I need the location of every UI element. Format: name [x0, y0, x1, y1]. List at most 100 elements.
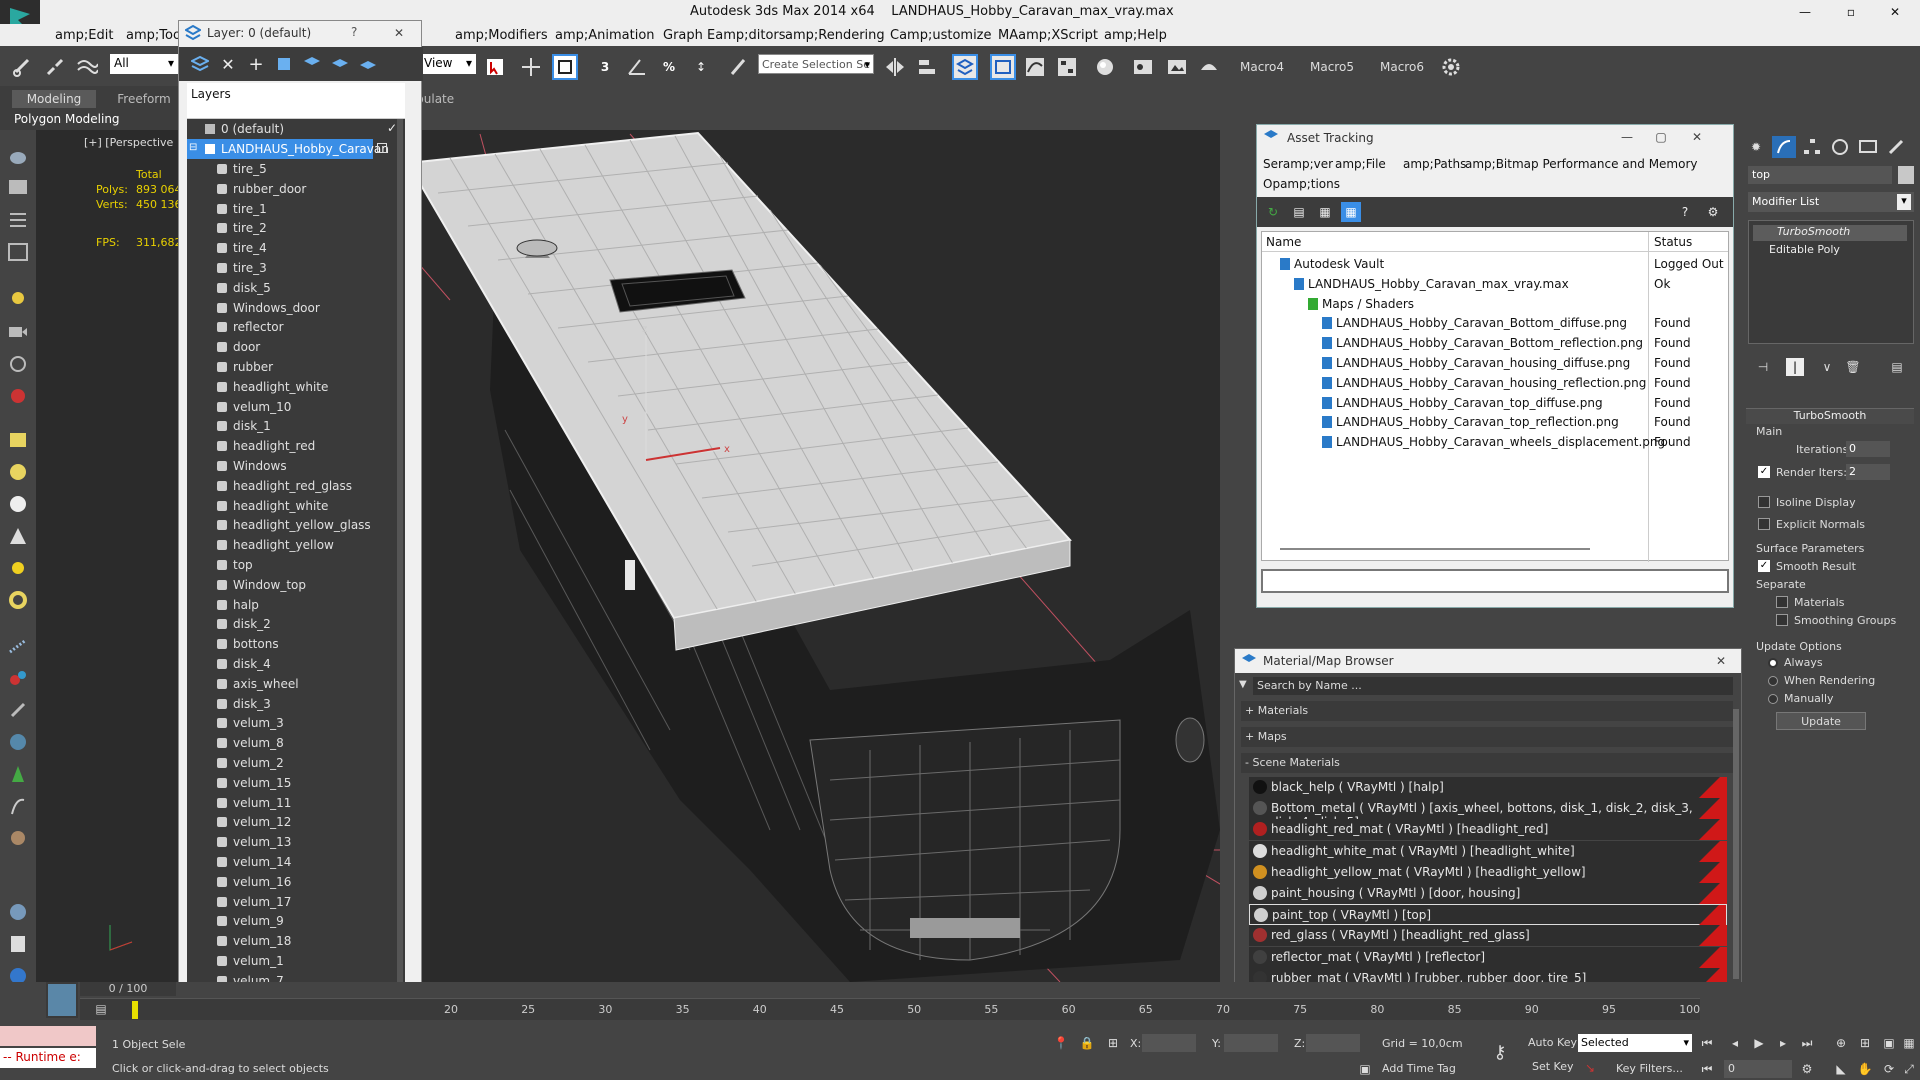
absolute-mode-icon[interactable]: ⊞ — [1104, 1034, 1122, 1052]
asset-maximize-icon[interactable]: ▢ — [1651, 127, 1671, 147]
layer-object-row[interactable]: velum_17 — [187, 892, 405, 912]
layer-object-row[interactable]: bottons — [187, 634, 405, 654]
detail-view-icon[interactable]: ▦ — [1315, 202, 1335, 222]
gear-icon[interactable] — [1438, 54, 1464, 80]
update-button[interactable]: Update — [1776, 712, 1866, 730]
asset-menu-bitmap[interactable]: amp;Bitmap Performance and Memory — [1465, 157, 1698, 171]
table-view-icon[interactable]: ▦ — [1341, 202, 1361, 222]
asset-menu-server[interactable]: Seramp;ver — [1263, 157, 1333, 171]
asset-hscrollbar[interactable] — [1280, 548, 1590, 550]
add-time-tag-icon[interactable]: ▣ — [1356, 1060, 1374, 1078]
key-mode-icon[interactable]: ⏮ — [1698, 1060, 1716, 1078]
layer-object-row[interactable]: headlight_red — [187, 436, 405, 456]
layer-object-row[interactable]: reflector — [187, 317, 405, 337]
display-tab-icon[interactable] — [1856, 136, 1880, 158]
iterations-spinner[interactable]: 0 — [1846, 441, 1890, 457]
stack-item-turbosmooth[interactable]: TurboSmooth — [1753, 225, 1907, 241]
layer-close-icon[interactable]: ✕ — [389, 23, 409, 43]
close-window-icon[interactable]: ✕ — [1880, 0, 1910, 24]
asset-row[interactable]: LANDHAUS_Hobby_Caravan_top_reflection.pn… — [1262, 412, 1732, 432]
layer-object-row[interactable]: disk_4 — [187, 654, 405, 674]
freeze-all-layers-icon[interactable] — [357, 53, 379, 75]
material-editor-icon[interactable] — [1092, 54, 1118, 80]
layer-object-row[interactable]: headlight_yellow_glass — [187, 515, 405, 535]
unlink-icon[interactable] — [42, 54, 68, 80]
selection-filter-dropdown[interactable]: All ▾ — [110, 54, 178, 74]
polygon-modeling-panel[interactable]: Polygon Modeling — [14, 112, 120, 126]
asset-row[interactable]: LANDHAUS_Hobby_Caravan_top_diffuse.png Fo… — [1262, 393, 1732, 413]
layers-column-header[interactable]: Layers — [191, 87, 231, 101]
ribbon-toggle-icon[interactable] — [990, 54, 1016, 80]
y-coordinate-field[interactable] — [1224, 1034, 1278, 1052]
hide-all-layers-icon[interactable] — [329, 53, 351, 75]
asset-menu-paths[interactable]: amp;Paths — [1403, 157, 1466, 171]
dynamics-icon[interactable] — [6, 666, 30, 690]
layer-object-row[interactable]: Windows — [187, 456, 405, 476]
select-object-icon[interactable] — [482, 54, 508, 80]
layer-object-row[interactable]: velum_16 — [187, 872, 405, 892]
maxscript-listener[interactable] — [0, 1026, 96, 1046]
layer-object-row[interactable]: headlight_white — [187, 377, 405, 397]
asset-row[interactable]: LANDHAUS_Hobby_Caravan_housing_diffuse.p… — [1262, 353, 1732, 373]
menu-animation[interactable]: amp;Animation — [555, 28, 655, 43]
layer-object-row[interactable]: headlight_red_glass — [187, 476, 405, 496]
cone-icon[interactable] — [6, 524, 30, 548]
layer-help-button[interactable]: ? — [351, 25, 357, 39]
active-layer-check-icon[interactable]: ✓ — [387, 121, 397, 135]
menu-graph-editors[interactable]: Graph Eamp;ditors — [663, 28, 786, 43]
layer-object-row[interactable]: tire_4 — [187, 238, 405, 258]
asset-row[interactable]: LANDHAUS_Hobby_Caravan_max_vray.max Ok — [1262, 274, 1732, 294]
goto-end-icon[interactable]: ⏭ — [1798, 1034, 1816, 1052]
percent-snap-icon[interactable]: % — [656, 54, 682, 80]
list-view-icon[interactable]: ▤ — [1289, 202, 1309, 222]
select-region-icon[interactable] — [552, 54, 578, 80]
layer-object-row[interactable]: velum_3 — [187, 713, 405, 733]
group-materials[interactable]: + Materials — [1241, 701, 1733, 721]
wrap-icon[interactable] — [6, 826, 30, 850]
layer-object-row[interactable]: Windows_door — [187, 298, 405, 318]
macro6-button[interactable]: Macro6 — [1380, 60, 1424, 74]
bind-spacewarp-icon[interactable] — [74, 54, 100, 80]
layer-object-row[interactable]: axis_wheel — [187, 674, 405, 694]
motion-tab-icon[interactable] — [1828, 136, 1852, 158]
isoline-checkbox[interactable] — [1758, 496, 1770, 508]
object-color-swatch[interactable] — [1898, 166, 1914, 184]
spinner-snap-icon[interactable]: ↕ — [688, 54, 714, 80]
layer-object-row[interactable]: velum_15 — [187, 773, 405, 793]
render-setup-icon[interactable] — [1130, 54, 1156, 80]
update-when-rendering-radio[interactable] — [1768, 676, 1778, 686]
layer-object-row[interactable]: headlight_yellow — [187, 535, 405, 555]
layer-manager-icon[interactable] — [952, 54, 978, 80]
layer-object-row[interactable]: disk_3 — [187, 694, 405, 714]
layer-object-row[interactable]: rubber — [187, 357, 405, 377]
current-frame-field[interactable]: 0 — [1724, 1060, 1792, 1078]
scene-material-row[interactable]: headlight_red_mat ( VRayMtl ) [headlight… — [1249, 819, 1727, 841]
layer-row-default[interactable]: 0 (default) ✓ — [187, 119, 405, 139]
zoom-all-icon[interactable]: ⊞ — [1856, 1034, 1874, 1052]
explicit-normals-checkbox[interactable] — [1758, 518, 1770, 530]
hair-icon[interactable] — [6, 794, 30, 818]
layer-object-row[interactable]: velum_9 — [187, 911, 405, 931]
scene-material-row[interactable]: paint_housing ( VRayMtl ) [door, housing… — [1249, 883, 1727, 904]
scene-material-row[interactable]: Bottom_metal ( VRayMtl ) [axis_wheel, bo… — [1249, 798, 1727, 829]
angle-snap-icon[interactable] — [624, 54, 650, 80]
matbrowser-close-icon[interactable]: ✕ — [1711, 651, 1731, 671]
lock-selection-icon[interactable]: 🔒 — [1078, 1034, 1096, 1052]
z-coordinate-field[interactable] — [1306, 1034, 1360, 1052]
layer-object-row[interactable]: tire_5 — [187, 159, 405, 179]
minimize-icon[interactable]: — — [1790, 0, 1820, 24]
material-search-input[interactable]: Search by Name ... — [1253, 677, 1733, 695]
torus-icon[interactable] — [6, 588, 30, 612]
menu-rendering[interactable]: amp;Rendering — [785, 28, 885, 43]
asset-path-field[interactable] — [1261, 569, 1729, 593]
layer-object-row[interactable]: halp — [187, 595, 405, 615]
matbrowser-options-icon[interactable]: ▼ — [1239, 679, 1251, 691]
stack-item-editable-poly[interactable]: Editable Poly — [1753, 243, 1907, 259]
timeline-slider[interactable]: 0 / 100 — [80, 982, 176, 996]
particles-icon[interactable] — [6, 634, 30, 658]
modify-tab-icon[interactable] — [1772, 136, 1796, 158]
time-config-icon[interactable]: ⚙ — [1798, 1060, 1816, 1078]
asset-row[interactable]: Maps / Shaders — [1262, 294, 1732, 314]
move-icon[interactable] — [518, 54, 544, 80]
delete-layer-icon[interactable]: ✕ — [217, 53, 239, 75]
